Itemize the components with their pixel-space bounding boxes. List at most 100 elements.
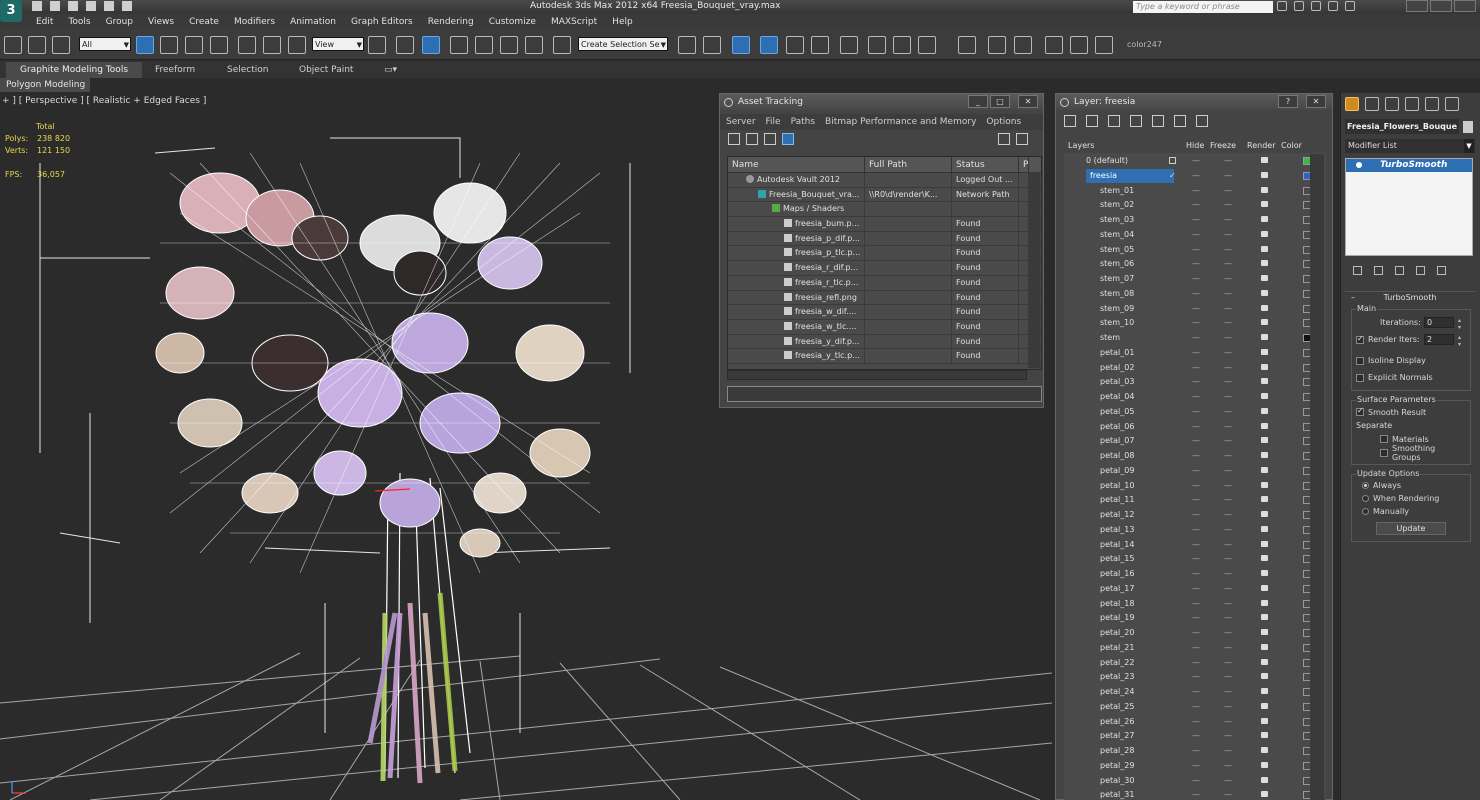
new-file-icon[interactable] [32,1,42,11]
layer-row[interactable]: petal_22 — — [1074,656,1316,671]
tree-view-icon[interactable] [764,133,776,145]
percent-snap-icon[interactable] [500,36,518,54]
render-teapot-icon[interactable] [1261,289,1268,296]
layer-manager-icon[interactable] [732,36,750,54]
modify-tab-icon[interactable] [1365,97,1379,111]
unlink-icon[interactable] [28,36,46,54]
menu-tools[interactable]: Tools [68,14,90,30]
vray-toolbar-icon-3[interactable] [1014,36,1032,54]
render-iters-checkbox[interactable] [1356,334,1364,344]
vray-toolbar-icon-2[interactable] [988,36,1006,54]
graphite-toggle-icon[interactable] [760,36,778,54]
always-radio[interactable] [1362,482,1369,489]
tab-polygon-modeling[interactable]: Polygon Modeling [0,78,90,92]
list-view-icon[interactable] [746,133,758,145]
curve-editor-icon[interactable] [786,36,804,54]
layer-row[interactable]: petal_16 — — [1074,567,1316,582]
render-teapot-icon[interactable] [1261,643,1268,650]
keyboard-shortcut-override-icon[interactable] [422,36,440,54]
modifier-list-dropdown[interactable]: Modifier List [1345,139,1475,153]
asset-menu-paths[interactable]: Paths [791,114,815,130]
menu-graph-editors[interactable]: Graph Editors [351,14,413,30]
favorites-star-icon[interactable] [1328,1,1338,11]
layer-help-button[interactable]: ? [1278,95,1298,108]
help-icon[interactable] [998,133,1010,145]
freeze-toggle-icon[interactable]: — [1224,257,1232,271]
select-manipulate-icon[interactable] [396,36,414,54]
freeze-toggle-icon[interactable]: — [1224,272,1232,286]
asset-menu-bitmap-performance[interactable]: Bitmap Performance and Memory [825,114,976,130]
freeze-toggle-icon[interactable]: — [1224,685,1232,699]
freeze-toggle-icon[interactable]: — [1224,641,1232,655]
freeze-toggle-icon[interactable]: — [1224,184,1232,198]
active-layer-check-icon[interactable]: ✓ [1169,169,1176,183]
layer-row[interactable]: petal_07 — — [1074,434,1316,449]
render-teapot-icon[interactable] [1261,452,1268,458]
iterations-spinner[interactable]: 0 [1424,317,1464,331]
freeze-toggle-icon[interactable]: — [1224,331,1232,345]
show-end-result-icon[interactable] [1374,266,1383,275]
hide-toggle-icon[interactable]: — [1192,700,1200,714]
pivot-center-icon[interactable] [368,36,386,54]
maximize-button[interactable] [1430,0,1452,12]
render-teapot-icon[interactable] [1261,230,1268,237]
layer-row[interactable]: stem_10 — — [1074,316,1316,331]
render-teapot-icon[interactable] [1261,216,1268,222]
open-file-icon[interactable] [50,1,60,11]
layer-row[interactable]: stem_02 — — [1074,198,1316,213]
layer-row[interactable]: petal_09 — — [1074,464,1316,479]
select-scale-icon[interactable] [288,36,306,54]
hide-toggle-icon[interactable]: — [1192,493,1200,507]
menu-customize[interactable]: Customize [489,14,536,30]
layer-row[interactable]: petal_27 — — [1074,729,1316,744]
freeze-toggle-icon[interactable]: — [1224,597,1232,611]
col-hide[interactable]: Hide [1186,139,1210,153]
hide-toggle-icon[interactable]: — [1192,759,1200,773]
freeze-toggle-icon[interactable]: — [1224,464,1232,478]
hide-toggle-icon[interactable]: — [1192,346,1200,360]
render-production-icon[interactable] [918,36,936,54]
object-name-field[interactable]: Freesia_Flowers_Bouque [1345,119,1459,134]
undo-icon[interactable] [86,1,96,11]
layer-row[interactable]: petal_14 — — [1074,538,1316,553]
layer-row[interactable]: petal_02 — — [1074,361,1316,376]
hide-toggle-icon[interactable]: — [1192,567,1200,581]
hide-toggle-icon[interactable]: — [1192,552,1200,566]
layer-row[interactable]: stem_05 — — [1074,243,1316,258]
rendered-frame-window-icon[interactable] [893,36,911,54]
render-teapot-icon[interactable] [1261,614,1268,621]
asset-tracking-titlebar[interactable]: Asset Tracking _ □ ✕ [720,94,1043,110]
hide-toggle-icon[interactable]: — [1192,715,1200,729]
render-teapot-icon[interactable] [1261,245,1268,252]
mirror-icon[interactable] [678,36,696,54]
isoline-display-checkbox[interactable] [1356,356,1364,365]
freeze-toggle-icon[interactable]: — [1224,213,1232,227]
hide-toggle-icon[interactable]: — [1192,331,1200,345]
smoothing-groups-checkbox[interactable] [1380,449,1388,457]
tab-freeform[interactable]: Freeform [141,62,209,78]
freeze-toggle-icon[interactable]: — [1224,434,1232,448]
menu-modifiers[interactable]: Modifiers [234,14,275,30]
configure-modifier-sets-icon[interactable] [1437,266,1446,275]
asset-row[interactable]: freesia_refl.png Found [728,290,1041,306]
hide-toggle-icon[interactable]: — [1192,434,1200,448]
hide-toggle-icon[interactable]: — [1192,316,1200,330]
tab-selection[interactable]: Selection [213,62,282,78]
snaps-toggle-icon[interactable] [450,36,468,54]
rectangular-selection-icon[interactable] [185,36,203,54]
hide-toggle-icon[interactable]: — [1192,302,1200,316]
render-teapot-icon[interactable] [1261,481,1268,488]
freeze-toggle-icon[interactable]: — [1224,538,1232,552]
select-move-icon[interactable] [238,36,256,54]
hide-toggle-icon[interactable]: — [1192,788,1200,800]
context-help-icon[interactable] [1016,133,1028,145]
asset-vertical-scrollbar[interactable] [1028,172,1040,368]
motion-tab-icon[interactable] [1405,97,1419,111]
hide-all-icon[interactable] [1174,115,1186,127]
asset-row[interactable]: Maps / Shaders [728,202,1041,218]
select-rotate-icon[interactable] [263,36,281,54]
render-teapot-icon[interactable] [1261,157,1268,163]
vray-toolbar-icon-6[interactable] [1095,36,1113,54]
manually-radio[interactable] [1362,508,1369,515]
freeze-toggle-icon[interactable]: — [1224,759,1232,773]
